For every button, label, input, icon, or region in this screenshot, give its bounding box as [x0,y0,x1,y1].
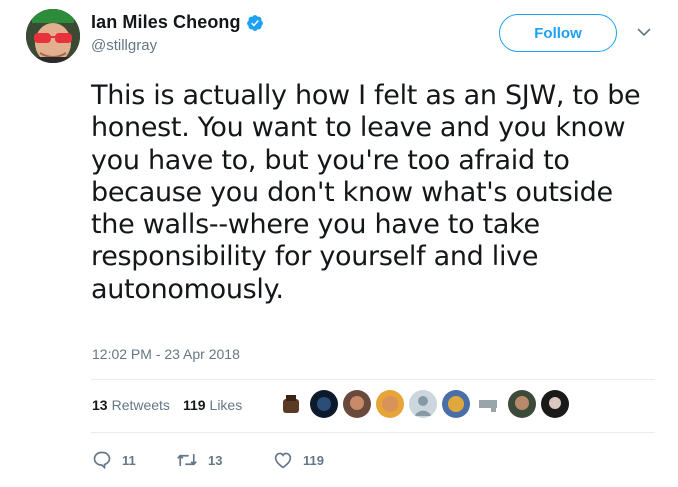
tweet-text-line: the walls--where you have to take [91,209,540,241]
tweet-actions: 11 13 119 [92,450,324,470]
tweet-timestamp[interactable]: 12:02 PM - 23 Apr 2018 [92,346,240,362]
liker-avatar[interactable] [475,390,503,418]
reply-button[interactable]: 11 [92,450,176,470]
divider [91,379,655,380]
author-handle[interactable]: @stillgray [91,37,264,54]
tweet-text-line: you have to, but you're too afraid to [91,144,570,176]
retweets-count: 13 [92,397,108,413]
retweets-label: Retweets [111,397,170,413]
liker-avatar[interactable] [310,390,338,418]
retweet-button[interactable]: 13 [176,451,273,469]
avatar-icon [26,9,80,63]
liker-avatar[interactable] [442,390,470,418]
liker-avatar[interactable] [277,390,305,418]
liker-avatar[interactable] [508,390,536,418]
chevron-down-icon[interactable] [636,26,652,38]
liker-avatars [277,390,574,418]
liker-avatar[interactable] [376,390,404,418]
likes-count: 119 [182,397,206,413]
tweet-text-line: responsibility for yourself and live [91,241,539,273]
retweet-count: 13 [208,452,223,468]
tweet-text-line: This is actually how I felt as an SJW, t… [91,80,641,111]
reply-icon [93,451,111,470]
tweet-stats: 13 Retweets 119 Likes [92,397,255,413]
heart-icon [274,452,292,469]
divider [91,432,655,433]
likes-stat[interactable]: 119 Likes [183,397,242,413]
like-count: 119 [303,452,324,468]
liker-avatar[interactable] [409,390,437,418]
retweet-icon [177,454,197,466]
tweet-text: This is actually how I felt as an SJW, t… [91,80,661,306]
follow-button[interactable]: Follow [499,14,617,52]
tweet-text-line: because you don't know what's outside [91,176,613,208]
like-button[interactable]: 119 [273,451,324,469]
author-name-row: Ian Miles Cheong [91,12,264,33]
liker-avatar[interactable] [343,390,371,418]
author-info: Ian Miles Cheong @stillgray [91,12,264,54]
likes-label: Likes [209,397,243,413]
author-avatar[interactable] [26,9,80,63]
verified-badge-icon [246,14,264,32]
reply-count: 11 [122,452,136,468]
retweets-stat[interactable]: 13 Retweets [92,397,170,413]
liker-avatar[interactable] [541,390,569,418]
tweet-text-line: autonomously. [91,273,284,305]
tweet-text-line: honest. You want to leave and you know [91,112,626,144]
author-display-name[interactable]: Ian Miles Cheong [91,12,241,33]
